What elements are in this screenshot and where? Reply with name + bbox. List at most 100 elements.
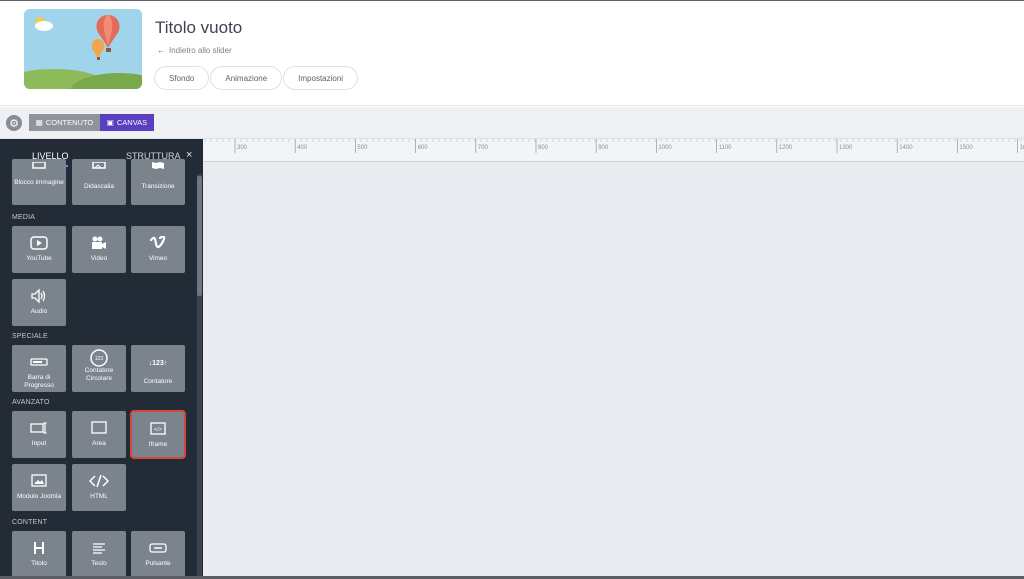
ruler-tick-label: 800 (538, 145, 549, 151)
textarea-icon (90, 420, 108, 436)
canvas-button[interactable]: ▣ CANVAS (100, 114, 154, 131)
ruler-tick-label: 700 (477, 145, 488, 151)
sidebar-scrollbar-thumb[interactable] (197, 176, 202, 296)
tile-label: Iframe (148, 441, 168, 448)
tile-contatore-circolare[interactable]: 123 Contatore Circolare (72, 345, 126, 392)
canvas-label: CANVAS (116, 118, 148, 127)
tile-testo[interactable]: Testo (72, 531, 126, 578)
tile-label: HTML (90, 493, 108, 500)
tile-modulo-joomla[interactable]: Modulo Joomla (12, 464, 66, 511)
tile-label: Transizione (141, 183, 175, 190)
speaker-icon (30, 288, 48, 304)
tile-label: Titolo (31, 560, 47, 567)
tile-video[interactable]: Video (72, 226, 126, 273)
ruler-tick-label: 1400 (899, 145, 913, 151)
progress-bar-icon (30, 354, 48, 370)
iframe-icon: </> (149, 421, 167, 437)
tile-pulsante[interactable]: Pulsante (131, 531, 185, 578)
ruler-tick-label: 900 (598, 145, 609, 151)
ruler-tick-label: 1200 (778, 145, 793, 151)
back-link-label: Indietro allo slider (169, 46, 232, 55)
gear-icon[interactable]: ⚙ (6, 115, 22, 131)
tile-label: Blocco immagine (14, 179, 64, 186)
play-icon (30, 235, 48, 251)
counter-icon: ↓123↑ (147, 354, 169, 370)
map-icon (151, 159, 165, 175)
ruler-tick-label: 1300 (839, 145, 853, 151)
arrow-left-icon: ← (157, 46, 165, 55)
tile-barra-di-progresso[interactable]: Barra di Progresso (12, 345, 66, 392)
header: Titolo vuoto ← Indietro allo slider Sfon… (0, 0, 1024, 106)
tile-label: Input (31, 440, 47, 447)
tile-contatore[interactable]: ↓123↑ Contatore (131, 345, 185, 392)
section-speciale: SPECIALE (12, 333, 48, 340)
tile-didascalia[interactable]: Didascalia (72, 159, 126, 205)
canvas: 300 400 500 600 700 800 900 1000 1100 1200 1300 140… (203, 139, 1024, 579)
tile-youtube[interactable]: YouTube (12, 226, 66, 273)
tile-label: Didascalia (84, 183, 114, 190)
video-camera-icon (90, 235, 108, 251)
tile-audio[interactable]: Audio (12, 279, 66, 326)
tile-vimeo[interactable]: Vimeo (131, 226, 185, 273)
ruler-tick-label: 600 (417, 145, 428, 151)
ruler-tick-label: 1000 (658, 145, 672, 151)
svg-text:123: 123 (95, 356, 104, 362)
ruler-tick-label: 400 (297, 145, 308, 151)
tile-label: Area (92, 440, 106, 447)
vimeo-icon (150, 235, 166, 251)
svg-text:↓123↑: ↓123↑ (149, 360, 168, 367)
header-tabs: Sfondo Animazione Impostazioni (154, 66, 359, 90)
section-content: CONTENT (12, 519, 48, 526)
code-icon (89, 473, 109, 489)
input-field-icon (30, 420, 48, 436)
tab-impostazioni[interactable]: Impostazioni (283, 66, 359, 90)
tile-label: Pulsante (145, 560, 171, 567)
calendar-icon: ▦ (35, 118, 43, 127)
tile-label: Modulo Joomla (16, 493, 62, 500)
tile-input[interactable]: Input (12, 411, 66, 458)
tile-transizione[interactable]: Transizione (131, 159, 185, 205)
horizontal-ruler: 300 400 500 600 700 800 900 1000 1100 1200 1300 140… (203, 139, 1024, 162)
tile-label: Testo (91, 560, 107, 567)
toolbar: ⚙ ▦ CONTENUTO ▣ CANVAS (0, 107, 1024, 139)
layer-sidebar: LIVELLO STRUTTURA × Blocco immagine Dida… (0, 139, 203, 579)
app-window: Titolo vuoto ← Indietro allo slider Sfon… (0, 0, 1024, 579)
caption-icon (92, 159, 106, 175)
section-media: MEDIA (12, 214, 36, 221)
tile-label: Contatore (143, 378, 173, 385)
tile-label: Contatore Circolare (84, 367, 114, 382)
image-icon (30, 473, 48, 489)
circular-counter-icon: 123 (89, 349, 109, 367)
ruler-tick-label: 300 (237, 145, 248, 151)
tile-label: YouTube (26, 255, 52, 262)
ruler-tick-label: 500 (357, 145, 368, 151)
slide-thumbnail[interactable] (24, 9, 142, 89)
tile-label: Vimeo (148, 255, 168, 262)
canvas-icon: ▣ (106, 118, 114, 127)
back-link[interactable]: ← Indietro allo slider (157, 46, 232, 55)
ruler-tick-label: 1100 (718, 145, 732, 151)
contenuto-label: CONTENUTO (45, 118, 94, 127)
button-icon (149, 540, 167, 556)
section-avanzato: AVANZATO (12, 399, 50, 406)
ruler-tick-label: 160 (1019, 145, 1024, 151)
image-block-icon (32, 159, 46, 175)
text-align-icon (91, 540, 107, 556)
svg-text:</>: </> (154, 427, 162, 433)
tile-blocco-immagine[interactable]: Blocco immagine (12, 159, 66, 205)
close-icon[interactable]: × (186, 149, 192, 161)
tile-titolo[interactable]: Titolo (12, 531, 66, 578)
tile-html[interactable]: HTML (72, 464, 126, 511)
tab-sfondo[interactable]: Sfondo (154, 66, 210, 90)
page-title: Titolo vuoto (155, 18, 243, 37)
heading-icon (32, 540, 46, 556)
tab-animazione[interactable]: Animazione (210, 66, 283, 90)
ruler-tick-label: 1500 (959, 145, 973, 151)
canvas-workspace[interactable] (203, 162, 1024, 579)
tile-area[interactable]: Area (72, 411, 126, 458)
tile-label: Video (90, 255, 108, 262)
tile-label: Audio (30, 308, 48, 315)
contenuto-button[interactable]: ▦ CONTENUTO (29, 114, 100, 131)
tile-iframe[interactable]: </> Iframe (130, 410, 186, 459)
tile-label: Barra di Progresso (24, 374, 54, 389)
